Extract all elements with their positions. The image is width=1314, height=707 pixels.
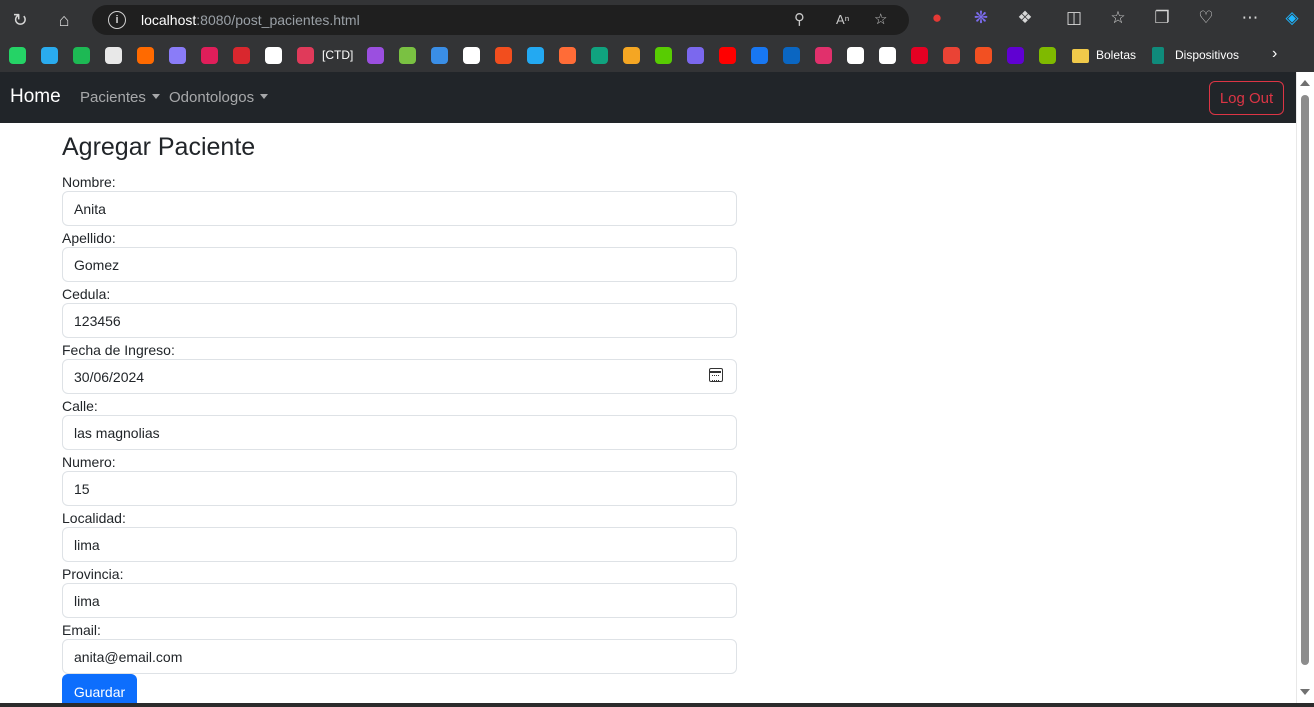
figma-icon[interactable]: [495, 47, 512, 64]
navbar: Home Pacientes Odontologos Log Out: [0, 72, 1296, 123]
collections-icon[interactable]: ❐: [1150, 8, 1174, 28]
extension-gear-icon[interactable]: ❋: [969, 8, 993, 28]
heart-icon[interactable]: [297, 47, 314, 64]
bookmarks-bar: [CTD] Boletas Dispositivos ›: [0, 40, 1314, 72]
microsoft-icon[interactable]: [975, 47, 992, 64]
field-label: Cedula:: [62, 286, 111, 302]
nav-odontologos-dropdown[interactable]: Odontologos: [169, 89, 269, 106]
favorites-icon[interactable]: ☆: [1106, 8, 1130, 28]
chatgpt-icon[interactable]: [105, 47, 122, 64]
eye-icon[interactable]: [591, 47, 608, 64]
slack-icon[interactable]: [201, 47, 218, 64]
scrollbar[interactable]: [1296, 72, 1314, 703]
caret-down-icon: [151, 93, 160, 99]
gmail-icon[interactable]: [943, 47, 960, 64]
caret-down-icon: [260, 93, 269, 99]
form-input[interactable]: [62, 359, 737, 394]
field-label: Apellido:: [62, 230, 116, 246]
health-icon[interactable]: ♡: [1194, 8, 1218, 28]
field-label: Nombre:: [62, 174, 116, 190]
copilot-icon[interactable]: ◈: [1280, 8, 1304, 28]
dev-icon[interactable]: [265, 47, 282, 64]
field-label: Localidad:: [62, 510, 126, 526]
extensions-icon[interactable]: ❖: [1013, 8, 1037, 28]
r-icon[interactable]: [623, 47, 640, 64]
page-title: Agregar Paciente: [62, 133, 256, 161]
window-bottom-edge: [0, 703, 1314, 707]
k-icon: [1152, 47, 1164, 64]
microsoft-icon[interactable]: [1039, 47, 1056, 64]
facebook-icon[interactable]: [751, 47, 768, 64]
read-aloud-icon[interactable]: Aⁿ: [836, 12, 849, 27]
instagram-icon[interactable]: [815, 47, 832, 64]
linkedin-icon[interactable]: [783, 47, 800, 64]
scroll-up-icon[interactable]: [1300, 80, 1310, 86]
onenote-icon[interactable]: [367, 47, 384, 64]
field-label: Calle:: [62, 398, 98, 414]
github-icon[interactable]: [463, 47, 480, 64]
mega-icon[interactable]: [233, 47, 250, 64]
form-input[interactable]: [62, 527, 737, 562]
whatsapp-icon[interactable]: [9, 47, 26, 64]
duolingo-icon[interactable]: [655, 47, 672, 64]
m-logo-icon[interactable]: [137, 47, 154, 64]
x-icon[interactable]: [879, 47, 896, 64]
tiktok-icon[interactable]: [847, 47, 864, 64]
field-label: Email:: [62, 622, 101, 638]
navbar-brand[interactable]: Home: [10, 86, 61, 108]
telegram-icon[interactable]: [41, 47, 58, 64]
folder-icon: [1072, 49, 1089, 63]
more-menu-icon[interactable]: ⋯: [1238, 8, 1262, 28]
form-input[interactable]: [62, 471, 737, 506]
zoom-icon[interactable]: ⚲: [794, 10, 805, 28]
scroll-down-icon[interactable]: [1300, 689, 1310, 695]
browser-toolbar: ↻ ⌂ i localhost:8080/post_pacientes.html…: [0, 0, 1314, 40]
scroll-thumb[interactable]: [1301, 95, 1309, 665]
extension-red-icon[interactable]: ●: [925, 8, 949, 28]
yahoo-mail-icon[interactable]: [1007, 47, 1024, 64]
gemini-icon[interactable]: [169, 47, 186, 64]
s-icon[interactable]: [687, 47, 704, 64]
field-label: Provincia:: [62, 566, 124, 582]
home-icon[interactable]: ⌂: [48, 4, 80, 36]
form-input[interactable]: [62, 639, 737, 674]
vscode-icon[interactable]: [527, 47, 544, 64]
windows-app-icon[interactable]: [431, 47, 448, 64]
refresh-icon[interactable]: ↻: [4, 4, 36, 36]
field-label: Fecha de Ingreso:: [62, 342, 175, 358]
form-input[interactable]: [62, 247, 737, 282]
site-info-icon[interactable]: i: [108, 11, 126, 29]
save-button[interactable]: Guardar: [62, 674, 137, 703]
page-viewport: Home Pacientes Odontologos Log Out Agreg…: [0, 72, 1296, 703]
form-input[interactable]: [62, 303, 737, 338]
pinterest-icon[interactable]: [911, 47, 928, 64]
favorite-star-icon[interactable]: ☆: [874, 10, 887, 28]
bookmark-ctd[interactable]: [CTD]: [322, 48, 353, 62]
form-input[interactable]: [62, 191, 737, 226]
form-input[interactable]: [62, 415, 737, 450]
logout-button[interactable]: Log Out: [1209, 81, 1284, 115]
url-text[interactable]: localhost:8080/post_pacientes.html: [141, 12, 360, 28]
spotify-icon[interactable]: [73, 47, 90, 64]
postman-icon[interactable]: [559, 47, 576, 64]
youtube-icon[interactable]: [719, 47, 736, 64]
bookmark-boletas[interactable]: Boletas: [1096, 48, 1136, 62]
address-bar[interactable]: i localhost:8080/post_pacientes.html ⚲ A…: [92, 5, 909, 35]
diamond-icon[interactable]: [399, 47, 416, 64]
chevron-right-icon[interactable]: ›: [1272, 45, 1277, 63]
bookmark-dispositivos[interactable]: Dispositivos: [1175, 48, 1239, 62]
form-input[interactable]: [62, 583, 737, 618]
nav-pacientes-dropdown[interactable]: Pacientes: [80, 89, 160, 106]
split-screen-icon[interactable]: ◫: [1062, 8, 1086, 28]
field-label: Numero:: [62, 454, 116, 470]
